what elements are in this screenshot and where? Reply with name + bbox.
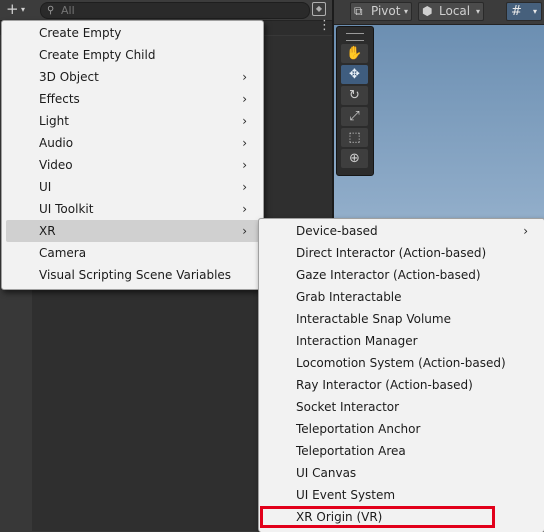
chevron-down-icon: ▾ bbox=[533, 7, 538, 16]
menu-item-label: Create Empty Child bbox=[39, 48, 156, 62]
menu-item-label: Light bbox=[39, 114, 69, 128]
chevron-down-icon: ▾ bbox=[21, 5, 26, 14]
menu-item-label: Interaction Manager bbox=[296, 334, 418, 348]
menu-item-ray-interactor[interactable]: Ray Interactor (Action-based) bbox=[263, 374, 540, 396]
cube-icon: ⬢ bbox=[422, 4, 433, 18]
menu-item-label: 3D Object bbox=[39, 70, 99, 84]
chevron-right-icon: › bbox=[242, 114, 247, 128]
pivot-icon: ⧉ bbox=[354, 4, 363, 18]
xr-submenu: Device-based › Direct Interactor (Action… bbox=[258, 218, 544, 532]
menu-item-label: XR bbox=[39, 224, 56, 238]
menu-item-label: Effects bbox=[39, 92, 80, 106]
tool-palette: ✋ ✥ ↻ ⤢ ⬚ ⊕ bbox=[336, 26, 374, 176]
menu-item-interaction-manager[interactable]: Interaction Manager bbox=[263, 330, 540, 352]
chevron-right-icon: › bbox=[242, 136, 247, 150]
menu-item-label: Visual Scripting Scene Variables bbox=[39, 268, 232, 282]
chevron-right-icon: › bbox=[242, 70, 247, 84]
menu-item-light[interactable]: Light › bbox=[6, 110, 259, 132]
menu-item-label: Audio bbox=[39, 136, 74, 150]
hand-tool-icon[interactable]: ✋ bbox=[341, 44, 368, 63]
menu-item-video[interactable]: Video › bbox=[6, 154, 259, 176]
menu-item-gaze-interactor[interactable]: Gaze Interactor (Action-based) bbox=[263, 264, 540, 286]
menu-item-label: Camera bbox=[39, 246, 87, 260]
menu-item-device-based[interactable]: Device-based › bbox=[263, 220, 540, 242]
menu-item-teleportation-area[interactable]: Teleportation Area bbox=[263, 440, 540, 462]
kebab-menu-icon[interactable]: ⋮ bbox=[318, 19, 331, 33]
menu-item-label: Locomotion System (Action-based) bbox=[296, 356, 506, 370]
chevron-down-icon: ▾ bbox=[403, 7, 408, 16]
menu-item-3d-object[interactable]: 3D Object › bbox=[6, 66, 259, 88]
menu-item-label: UI Event System bbox=[296, 488, 396, 502]
grid-snap-dropdown[interactable]: # ▾ bbox=[506, 2, 542, 21]
menu-item-label: Teleportation Area bbox=[296, 444, 406, 458]
menu-item-label: UI bbox=[39, 180, 52, 194]
menu-item-label: Device-based bbox=[296, 224, 378, 238]
menu-item-label: Create Empty bbox=[39, 26, 122, 40]
plus-icon: + bbox=[6, 0, 19, 18]
menu-item-label: Interactable Snap Volume bbox=[296, 312, 451, 326]
menu-item-effects[interactable]: Effects › bbox=[6, 88, 259, 110]
hierarchy-toolbar: + ▾ ⚲ ◆ bbox=[0, 0, 332, 21]
menu-item-label: Socket Interactor bbox=[296, 400, 400, 414]
menu-item-label: Direct Interactor (Action-based) bbox=[296, 246, 487, 260]
chevron-right-icon: › bbox=[242, 224, 247, 238]
pivot-dropdown[interactable]: ⧉ Pivot ▾ bbox=[350, 2, 412, 21]
highlight-annotation bbox=[260, 506, 495, 528]
menu-item-grab-interactable[interactable]: Grab Interactable bbox=[263, 286, 540, 308]
menu-item-label: Gaze Interactor (Action-based) bbox=[296, 268, 481, 282]
menu-item-label: Grab Interactable bbox=[296, 290, 402, 304]
menu-item-label: UI Toolkit bbox=[39, 202, 94, 216]
chevron-right-icon: › bbox=[242, 202, 247, 216]
menu-item-audio[interactable]: Audio › bbox=[6, 132, 259, 154]
menu-item-teleportation-anchor[interactable]: Teleportation Anchor bbox=[263, 418, 540, 440]
scene-toolbar: ⧉ Pivot ▾ ⬢ Local ▾ # ▾ bbox=[334, 0, 544, 25]
rect-tool-icon[interactable]: ⬚ bbox=[341, 128, 368, 147]
menu-item-ui-toolkit[interactable]: UI Toolkit › bbox=[6, 198, 259, 220]
menu-item-camera[interactable]: Camera bbox=[6, 242, 259, 264]
chevron-right-icon: › bbox=[523, 224, 528, 238]
menu-item-interactable-snap-volume[interactable]: Interactable Snap Volume bbox=[263, 308, 540, 330]
create-menu: Create Empty Create Empty Child 3D Objec… bbox=[1, 20, 264, 290]
transform-tool-icon[interactable]: ⊕ bbox=[341, 149, 368, 168]
scale-tool-icon[interactable]: ⤢ bbox=[341, 107, 368, 126]
menu-item-xr[interactable]: XR › bbox=[6, 220, 259, 242]
chevron-right-icon: › bbox=[242, 92, 247, 106]
menu-item-label: Teleportation Anchor bbox=[296, 422, 421, 436]
search-input[interactable] bbox=[61, 3, 301, 18]
pivot-label: Pivot bbox=[371, 4, 401, 18]
menu-item-socket-interactor[interactable]: Socket Interactor bbox=[263, 396, 540, 418]
local-dropdown[interactable]: ⬢ Local ▾ bbox=[418, 2, 484, 21]
chevron-right-icon: › bbox=[242, 158, 247, 172]
menu-item-create-empty-child[interactable]: Create Empty Child bbox=[6, 44, 259, 66]
hierarchy-search[interactable]: ⚲ bbox=[40, 2, 310, 19]
rotate-tool-icon[interactable]: ↻ bbox=[341, 86, 368, 105]
chevron-down-icon: ▾ bbox=[475, 7, 480, 16]
menu-item-label: UI Canvas bbox=[296, 466, 357, 480]
grid-snap-icon: # bbox=[511, 4, 522, 19]
menu-item-label: Video bbox=[39, 158, 73, 172]
local-label: Local bbox=[439, 4, 471, 18]
menu-item-direct-interactor[interactable]: Direct Interactor (Action-based) bbox=[263, 242, 540, 264]
move-tool-icon[interactable]: ✥ bbox=[341, 65, 368, 84]
add-object-button[interactable]: + ▾ bbox=[4, 0, 34, 19]
menu-item-create-empty[interactable]: Create Empty bbox=[6, 22, 259, 44]
menu-item-visual-scripting-scene-variables[interactable]: Visual Scripting Scene Variables bbox=[6, 264, 259, 286]
drag-handle-icon[interactable] bbox=[346, 33, 364, 41]
search-icon: ⚲ bbox=[47, 5, 55, 16]
menu-item-ui[interactable]: UI › bbox=[6, 176, 259, 198]
chevron-right-icon: › bbox=[242, 180, 247, 194]
menu-item-ui-event-system[interactable]: UI Event System bbox=[263, 484, 540, 506]
menu-item-ui-canvas[interactable]: UI Canvas bbox=[263, 462, 540, 484]
menu-item-label: Ray Interactor (Action-based) bbox=[296, 378, 473, 392]
scene-icon[interactable]: ◆ bbox=[312, 2, 326, 16]
menu-item-locomotion-system[interactable]: Locomotion System (Action-based) bbox=[263, 352, 540, 374]
